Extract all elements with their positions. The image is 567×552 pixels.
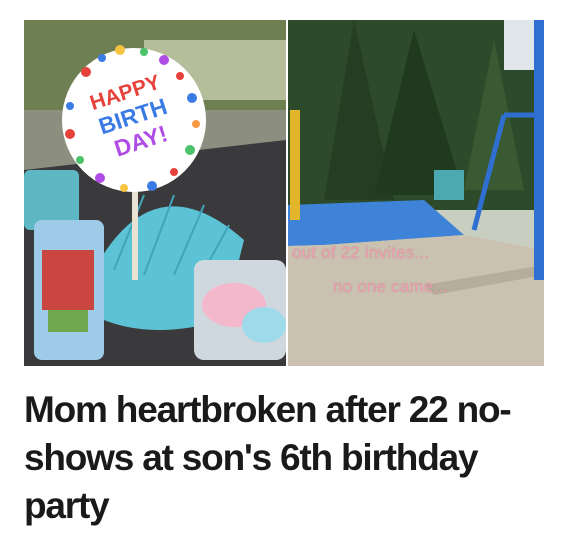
article-thumbnail[interactable]: HAPPY BIRTH DAY! out of 22 invites... no…	[24, 20, 544, 366]
party-table-photo: HAPPY BIRTH DAY!	[24, 20, 286, 366]
empty-playground-photo	[288, 20, 544, 366]
caption-line-1: out of 22 invites...	[292, 243, 430, 262]
caption-line-2: no one came...	[333, 277, 449, 296]
article-card[interactable]: HAPPY BIRTH DAY! out of 22 invites... no…	[0, 0, 567, 552]
thumbnail-photo: HAPPY BIRTH DAY!	[24, 20, 544, 366]
article-headline[interactable]: Mom heartbroken after 22 no-shows at son…	[24, 386, 544, 530]
